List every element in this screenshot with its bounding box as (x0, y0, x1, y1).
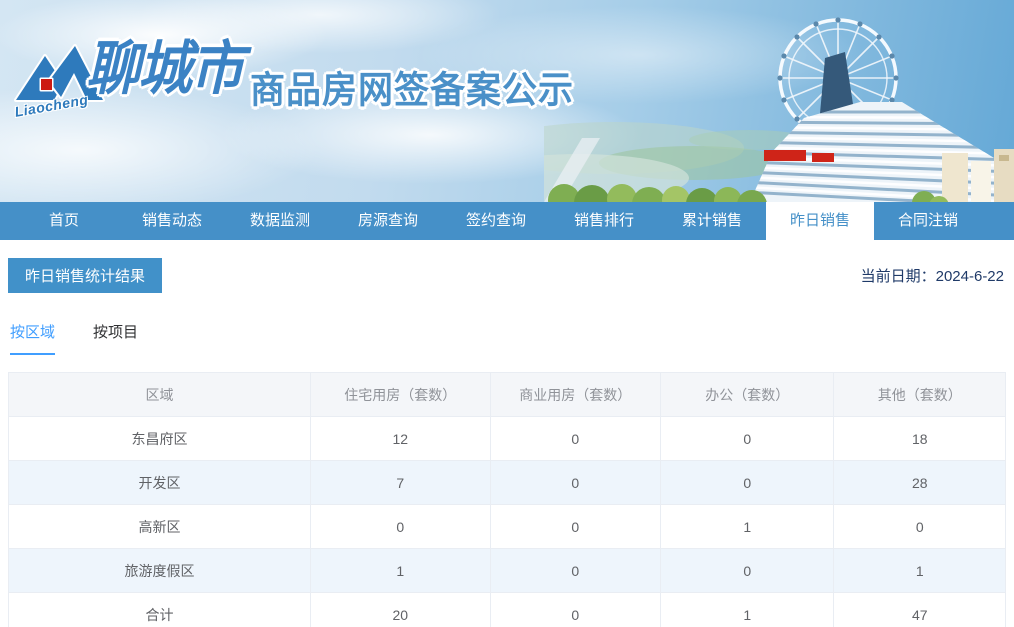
table-cell: 7 (310, 460, 491, 505)
row-label: 高新区 (7, 504, 312, 549)
nav-item-contract-query[interactable]: 签约查询 (442, 202, 550, 240)
row-label: 开发区 (7, 460, 312, 505)
nav-item-home[interactable]: 首页 (10, 202, 118, 240)
table-cell: 1 (660, 504, 835, 549)
table-cell: 1 (310, 548, 491, 593)
table-cell: 28 (833, 460, 1006, 505)
nav-item-sales-trends[interactable]: 销售动态 (118, 202, 226, 240)
column-header: 办公（套数） (660, 372, 835, 417)
table-row: 东昌府区 12 0 0 18 (7, 416, 1006, 461)
table-cell: 0 (660, 416, 835, 461)
nav-item-data-monitoring[interactable]: 数据监测 (226, 202, 334, 240)
table-cell: 1 (660, 592, 835, 627)
table-cell: 0 (660, 460, 835, 505)
column-header: 其他（套数） (833, 372, 1006, 417)
table-row: 高新区 0 0 1 0 (7, 504, 1006, 549)
sales-stats-table: 区域 住宅用房（套数） 商业用房（套数） 办公（套数） 其他（套数） 东昌府区 12 0 0 1… (7, 372, 1006, 627)
table-cell: 0 (660, 548, 835, 593)
table-cell: 47 (833, 592, 1006, 627)
table-cell: 0 (489, 460, 662, 505)
row-label: 东昌府区 (7, 416, 312, 461)
row-label: 旅游度假区 (7, 548, 312, 593)
table-cell: 18 (833, 416, 1006, 461)
row-label: 合计 (7, 592, 312, 627)
table-row: 合计 20 0 1 47 (7, 592, 1006, 627)
table-cell: 20 (310, 592, 491, 627)
column-header: 区域 (7, 372, 312, 417)
site-subtitle: 商品房网签备案公示 (250, 70, 575, 112)
page-title: 昨日销售统计结果 (8, 258, 163, 293)
main-nav: 首页 销售动态 数据监测 房源查询 签约查询 销售排行 累计销售 昨日销售 合同注销 (0, 202, 1014, 240)
site-header: Liaocheng 聊城市 商品房网签备案公示 (0, 0, 1014, 202)
column-header: 住宅用房（套数） (310, 372, 491, 417)
table-row: 开发区 7 0 0 28 (7, 460, 1006, 505)
nav-item-contract-cancel[interactable]: 合同注销 (874, 202, 982, 240)
nav-item-cumulative-sales[interactable]: 累计销售 (658, 202, 766, 240)
table-cell: 0 (833, 504, 1006, 549)
main-content: 昨日销售统计结果 当前日期：2024-6-22 按区域 按项目 区域 住宅用房（套数… (0, 258, 1014, 627)
table-cell: 0 (489, 504, 662, 549)
table-cell: 1 (833, 548, 1006, 593)
table-cell: 12 (310, 416, 491, 461)
nav-item-listing-query[interactable]: 房源查询 (334, 202, 442, 240)
view-tabs: 按区域 按项目 (8, 321, 1006, 355)
table-cell: 0 (310, 504, 491, 549)
tab-by-region[interactable]: 按区域 (10, 321, 56, 355)
nav-item-yesterday-sales[interactable]: 昨日销售 (766, 202, 874, 240)
current-date: 当前日期：2024-6-22 (860, 268, 1004, 285)
tab-by-project[interactable]: 按项目 (93, 321, 138, 355)
nav-item-sales-ranking[interactable]: 销售排行 (550, 202, 658, 240)
city-skyline-image (544, 17, 1014, 202)
table-cell: 0 (489, 592, 662, 627)
table-row: 旅游度假区 1 0 0 1 (7, 548, 1006, 593)
column-header: 商业用房（套数） (489, 372, 662, 417)
table-cell: 0 (489, 548, 662, 593)
site-title-calligraphy: 聊城市 (86, 36, 244, 102)
table-cell: 0 (489, 416, 662, 461)
